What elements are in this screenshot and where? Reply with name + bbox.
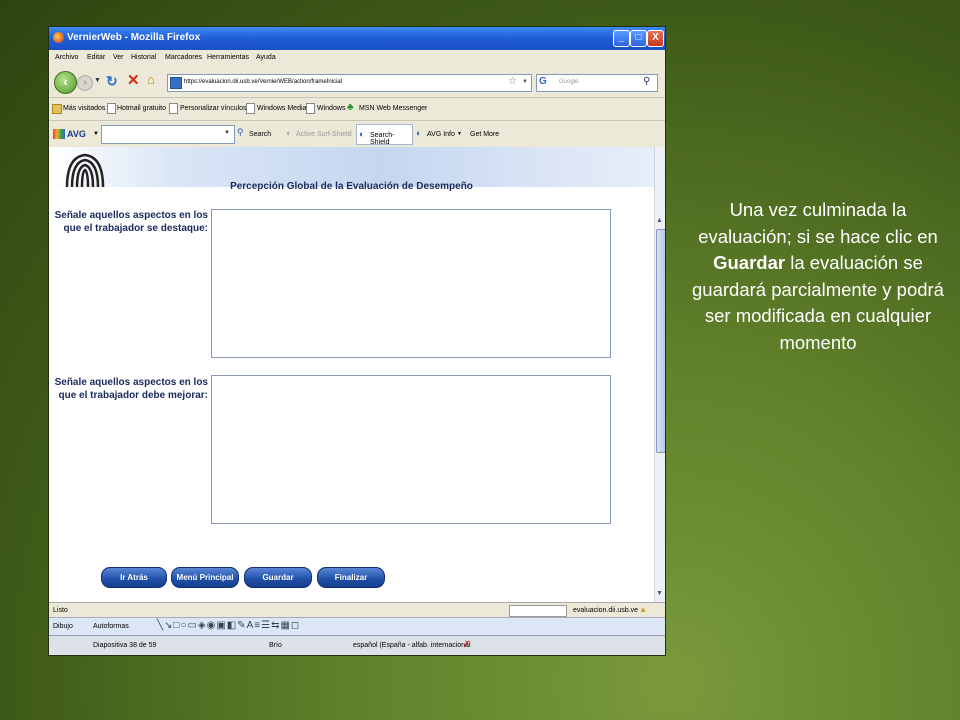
minimize-button[interactable]: _ — [613, 30, 630, 47]
status-text: Listo — [53, 607, 68, 614]
bookmark-folder-icon — [52, 104, 62, 114]
avg-surf-shield[interactable]: Active Surf-Shield — [296, 131, 352, 138]
lock-icon: 🔒︎ — [641, 605, 646, 614]
status-progress-box — [509, 605, 567, 617]
browser-statusbar: Listo evaluacion.dii.usb.ve 🔒︎ — [49, 602, 665, 618]
window-title: VernierWeb - Mozilla Firefox — [67, 32, 201, 43]
avg-search-icon: ⚲ — [237, 127, 244, 137]
url-dropdown-icon[interactable]: ▼ — [522, 79, 528, 85]
avg-toolbar: AVG ▼ ▼ ⚲ Search ◐ Active Surf-Shield ◐ … — [49, 121, 665, 148]
bookmark-windows[interactable]: Windows — [317, 105, 345, 112]
search-magnifier-icon[interactable]: ⚲ — [643, 76, 650, 87]
page-favicon-icon — [170, 77, 182, 89]
url-text: https://evaluacion.dii.usb.ve/VernierWEB… — [184, 79, 343, 85]
field1-label: Señale aquellos aspectos en los que el t… — [49, 209, 208, 235]
avg-info-icon: ◐ — [416, 128, 422, 138]
explanatory-note: Una vez culminada la evaluación; si se h… — [690, 197, 946, 356]
navigation-toolbar: ‹ › ▼ ↻ ✕ ⌂ https://evaluacion.dii.usb.v… — [49, 67, 665, 98]
search-shield-icon: ◐ — [359, 129, 365, 139]
avg-get-more[interactable]: Get More — [470, 131, 499, 138]
reload-icon[interactable]: ↻ — [106, 73, 118, 90]
avg-logo: AVG — [67, 129, 86, 139]
strengths-textarea[interactable] — [211, 209, 611, 358]
improvements-textarea[interactable] — [211, 375, 611, 524]
bookmarks-toolbar: Más visitados Hotmail gratuito Personali… — [49, 98, 665, 121]
avg-info-dropdown-icon[interactable]: ▼ — [457, 131, 462, 137]
field1-label-line2: que el trabajador se destaque: — [63, 223, 209, 234]
bookmark-windows-media[interactable]: Windows Media — [257, 105, 306, 112]
search-shield-toggle[interactable]: ◐ Search-Shield — [356, 124, 413, 146]
menu-archivo[interactable]: Archivo — [55, 54, 78, 61]
field2-label: Señale aquellos aspectos en los que el t… — [49, 376, 208, 402]
design-name: Brío — [269, 642, 282, 649]
avg-dropdown-icon[interactable]: ▼ — [93, 131, 99, 137]
drawing-toolbar: Dibujo Autoformas ╲↘□○▭◈◉▣◧✎A≡☰⇆▦◻ — [49, 617, 665, 636]
scroll-thumb[interactable] — [656, 229, 665, 453]
note-highlight: Guardar — [713, 252, 786, 273]
main-menu-button[interactable]: Menú Principal — [171, 567, 239, 588]
menu-bar: Archivo Editar Ver Historial Marcadores … — [49, 50, 665, 67]
page-content: Percepción Global de la Evaluación de De… — [49, 147, 654, 602]
bookmark-msn[interactable]: MSN Web Messenger — [359, 105, 427, 112]
window-titlebar: VernierWeb - Mozilla Firefox _ □ X — [49, 27, 665, 50]
presentation-statusbar: Diapositiva 38 de 59 Brío español (Españ… — [49, 635, 665, 655]
menu-ver[interactable]: Ver — [113, 54, 124, 61]
menu-historial[interactable]: Historial — [131, 54, 156, 61]
menu-herramientas[interactable]: Herramientas — [207, 54, 249, 61]
menu-ayuda[interactable]: Ayuda — [256, 54, 276, 61]
close-button[interactable]: X — [647, 30, 664, 47]
language-status: español (España - alfab. internacional — [353, 642, 471, 649]
home-icon[interactable]: ⌂ — [147, 72, 155, 87]
history-dropdown-icon[interactable]: ▼ — [94, 77, 101, 84]
page-icon — [306, 103, 315, 114]
bookmark-hotmail[interactable]: Hotmail gratuito — [117, 105, 166, 112]
field2-label-line2: que el trabajador debe mejorar: — [58, 390, 209, 401]
slide-counter: Diapositiva 38 de 59 — [93, 642, 157, 649]
scroll-down-icon[interactable]: ▼ — [656, 590, 663, 597]
firefox-icon — [53, 32, 64, 43]
avg-info-button[interactable]: AVG Info — [427, 131, 455, 138]
scroll-up-icon[interactable]: ▲ — [656, 217, 663, 224]
page-icon — [246, 103, 255, 114]
avg-search-input[interactable]: ▼ — [101, 125, 235, 144]
maximize-button[interactable]: □ — [630, 30, 647, 47]
page-icon — [169, 103, 178, 114]
bookmark-mas-visitados[interactable]: Más visitados — [63, 105, 105, 112]
screenshot-frame: VernierWeb - Mozilla Firefox _ □ X Archi… — [49, 27, 665, 655]
autoshapes-menu[interactable]: Autoformas — [93, 623, 129, 630]
avg-search-dropdown-icon[interactable]: ▼ — [224, 130, 230, 136]
page-icon — [107, 103, 116, 114]
field1-label-line1: Señale aquellos aspectos en los — [54, 210, 208, 221]
back-button[interactable]: Ir Atrás — [101, 567, 167, 588]
forward-arrow-icon[interactable]: › — [77, 75, 93, 91]
menu-marcadores[interactable]: Marcadores — [165, 54, 202, 61]
section-title: Percepción Global de la Evaluación de De… — [230, 181, 473, 192]
stop-icon[interactable]: ✕ — [127, 71, 140, 89]
avg-logo-icon — [53, 129, 65, 139]
url-field[interactable]: https://evaluacion.dii.usb.ve/VernierWEB… — [167, 74, 532, 92]
draw-menu[interactable]: Dibujo — [53, 623, 73, 630]
search-placeholder: Google — [559, 79, 579, 85]
drawing-tools-icon: ╲↘□○▭◈◉▣◧✎A≡☰⇆▦◻ — [157, 620, 301, 631]
avg-search-shield: Search-Shield — [370, 132, 395, 146]
field2-label-line1: Señale aquellos aspectos en los — [54, 377, 208, 388]
vertical-scrollbar[interactable]: ▲ ▼ — [654, 147, 665, 602]
surf-shield-icon: ◐ — [286, 128, 292, 138]
note-text-start: Una vez culminada la evaluación; si se h… — [698, 199, 938, 247]
finish-button[interactable]: Finalizar — [317, 567, 385, 588]
back-arrow-icon[interactable]: ‹ — [54, 71, 77, 94]
action-buttons: Ir Atrás Menú Principal Guardar Finaliza… — [99, 567, 439, 588]
search-field[interactable]: G Google ⚲ — [536, 74, 658, 92]
menu-editar[interactable]: Editar — [87, 54, 105, 61]
bookmark-personalizar[interactable]: Personalizar vínculos — [180, 105, 247, 112]
status-domain: evaluacion.dii.usb.ve — [573, 607, 638, 614]
msn-icon: ♣ — [347, 102, 354, 113]
save-button[interactable]: Guardar — [244, 567, 312, 588]
avg-search-button[interactable]: Search — [249, 131, 271, 138]
google-icon[interactable]: G — [539, 76, 547, 87]
spellcheck-icon: ✗ — [463, 639, 471, 649]
bookmark-star-icon[interactable]: ☆ — [508, 76, 517, 87]
